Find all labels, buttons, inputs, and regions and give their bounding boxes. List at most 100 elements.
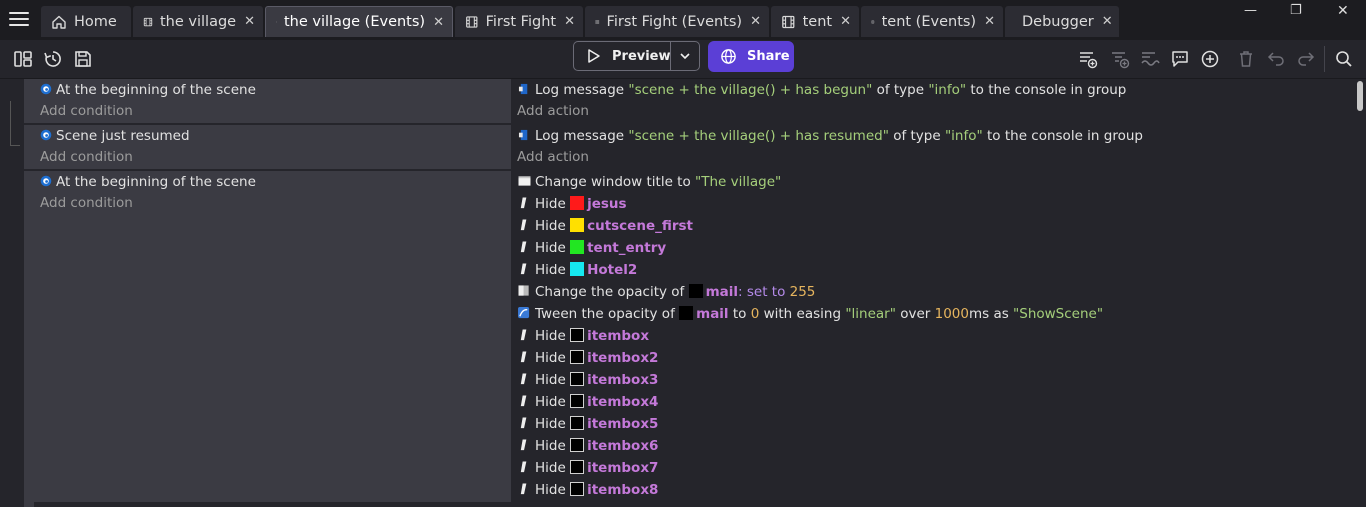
action[interactable]: Hide jesus — [518, 193, 627, 215]
film-icon — [782, 15, 795, 28]
action[interactable]: Hide itembox2 — [518, 347, 658, 369]
add-circle-icon[interactable] — [1200, 49, 1220, 69]
tab-close-icon[interactable]: ✕ — [1102, 14, 1113, 29]
tab-close-icon[interactable]: ✕ — [984, 14, 995, 29]
tab-close-icon[interactable]: ✕ — [433, 15, 444, 30]
hide-action-icon — [520, 461, 527, 473]
scrollbar-thumb[interactable] — [1357, 81, 1363, 111]
tab-label: Debugger — [1022, 13, 1094, 30]
hide-action-icon — [520, 395, 527, 407]
action-text: Tween the opacity of — [535, 306, 680, 322]
preview-button[interactable]: Preview — [573, 41, 671, 71]
hide-action-icon — [520, 417, 527, 429]
hide-action-icon — [520, 329, 527, 341]
hide-action-icon — [520, 219, 527, 231]
action-text: over — [895, 306, 935, 322]
action-text: Hide — [535, 372, 571, 388]
event-sheet: At the beginning of the scene Add conditi… — [0, 79, 1366, 507]
action-text: Hide — [535, 438, 571, 454]
events-icon — [871, 20, 875, 23]
tab-close-icon[interactable]: ✕ — [564, 14, 575, 29]
tab-tent[interactable]: tent ✕ — [771, 6, 859, 37]
action[interactable]: Hide itembox8 — [518, 479, 658, 501]
hamburger-menu-icon[interactable] — [9, 12, 29, 28]
action[interactable]: Hide Hotel2 — [518, 259, 637, 281]
object-thumbnail — [570, 350, 585, 364]
window-close-icon[interactable]: ✕ — [1337, 3, 1349, 19]
action-text: ms as — [968, 306, 1014, 322]
tab-the-village[interactable]: the village ✕ — [133, 6, 263, 37]
chevron-down-icon — [680, 53, 690, 60]
action[interactable]: Hide itembox5 — [518, 413, 658, 435]
action-text: Hide — [535, 394, 571, 410]
action-text: to — [728, 306, 751, 322]
add-action-link[interactable]: Add action — [517, 100, 589, 122]
share-button[interactable]: Share — [708, 41, 794, 72]
add-subevent-icon[interactable] — [1110, 49, 1130, 69]
save-icon[interactable] — [73, 49, 93, 69]
add-comment-icon[interactable] — [1170, 49, 1190, 69]
scene-condition-icon — [40, 83, 52, 95]
condition[interactable]: Scene just resumed — [40, 125, 190, 147]
hide-action-icon — [520, 373, 527, 385]
preview-options-button[interactable] — [670, 41, 700, 71]
action[interactable]: Log message "scene + the village() + has… — [518, 79, 1126, 101]
action[interactable]: Tween the opacity of mail to 0 with easi… — [518, 303, 1103, 325]
tab-close-icon[interactable]: ✕ — [244, 14, 255, 29]
share-label: Share — [747, 49, 790, 64]
action[interactable]: Change the opacity of mail: set to 255 — [518, 281, 815, 303]
event-drag-strip[interactable] — [24, 79, 34, 507]
tab-tent-events[interactable]: tent (Events) ✕ — [861, 6, 1003, 37]
search-icon[interactable] — [1334, 49, 1354, 69]
tab-close-icon[interactable]: ✕ — [840, 14, 851, 29]
action[interactable]: Change window title to "The village" — [518, 171, 781, 193]
restore-icon[interactable]: ❐ — [1290, 3, 1302, 18]
event-gutter — [0, 79, 24, 507]
object-name: itembox2 — [587, 350, 659, 366]
object-thumbnail — [570, 218, 585, 232]
add-condition-link[interactable]: Add condition — [40, 146, 133, 168]
gutter-tick — [10, 145, 20, 146]
history-icon[interactable] — [43, 49, 63, 69]
action[interactable]: Log message "scene + the village() + has… — [518, 125, 1143, 147]
add-condition-link[interactable]: Add condition — [40, 100, 133, 122]
event-actions: Log message "scene + the village() + has… — [513, 79, 1353, 124]
add-event-icon[interactable] — [1078, 49, 1098, 69]
condition[interactable]: At the beginning of the scene — [40, 171, 256, 193]
add-action-link[interactable]: Add action — [517, 146, 589, 168]
scrollbar[interactable] — [1353, 79, 1366, 507]
tab-debugger[interactable]: Debugger ✕ — [1005, 6, 1119, 37]
redo-icon[interactable] — [1296, 49, 1316, 69]
add-other-icon[interactable] — [1140, 49, 1160, 69]
action[interactable]: Hide itembox7 — [518, 457, 658, 479]
tab-first-fight-events[interactable]: First Fight (Events) ✕ — [585, 6, 769, 37]
undo-icon[interactable] — [1266, 49, 1286, 69]
object-thumbnail — [570, 416, 585, 430]
action[interactable]: Hide tent_entry — [518, 237, 666, 259]
tab-home[interactable]: Home — [41, 6, 131, 37]
tab-close-icon[interactable]: ✕ — [750, 14, 761, 29]
add-condition-link[interactable]: Add condition — [40, 192, 133, 214]
action[interactable]: Hide cutscene_first — [518, 215, 693, 237]
minimize-icon[interactable]: — — [1244, 3, 1257, 18]
event-conditions: Scene just resumed Add condition — [34, 125, 511, 170]
delete-icon[interactable] — [1236, 49, 1256, 69]
action[interactable]: Hide itembox3 — [518, 369, 658, 391]
panels-icon[interactable] — [13, 49, 33, 69]
hide-action-icon — [520, 263, 527, 275]
condition[interactable]: At the beginning of the scene — [40, 79, 256, 101]
object-thumbnail — [570, 328, 585, 342]
object-thumbnail — [570, 438, 585, 452]
action-text: to the console in group — [966, 82, 1127, 98]
condition-text: Scene just resumed — [56, 128, 190, 144]
film-icon — [143, 17, 153, 26]
action[interactable]: Hide itembox — [518, 325, 649, 347]
tab-first-fight[interactable]: First Fight ✕ — [455, 6, 583, 37]
tab-label: tent (Events) — [881, 13, 977, 30]
tab-the-village-events[interactable]: the village (Events) ✕ — [265, 6, 453, 37]
object-name: itembox8 — [587, 482, 659, 498]
action[interactable]: Hide itembox6 — [518, 435, 658, 457]
action-text: Log message — [535, 128, 629, 144]
action[interactable]: Hide itembox4 — [518, 391, 658, 413]
object-name: itembox5 — [587, 416, 659, 432]
